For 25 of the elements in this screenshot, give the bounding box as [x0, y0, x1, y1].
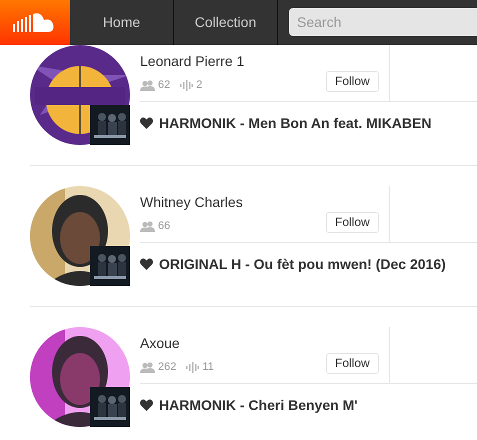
followers-count: 66 — [158, 219, 170, 234]
liked-track-title[interactable]: ORIGINAL H - Ou fèt pou mwen! (Dec 2016) — [159, 254, 446, 274]
search-field[interactable]: Search — [289, 8, 477, 36]
liked-track-title[interactable]: HARMONIK - Cheri Benyen M' — [159, 394, 358, 416]
user-name[interactable]: Leonard Pierre 1 — [140, 52, 389, 70]
waveform-icon — [186, 362, 200, 373]
followers-count: 262 — [158, 360, 176, 375]
heart-icon — [140, 117, 153, 129]
followers-icon — [140, 220, 155, 232]
followers-icon — [140, 80, 155, 91]
heart-icon — [140, 258, 153, 270]
liked-track-title[interactable]: HARMONIK - Men Bon An feat. MIKABEN — [159, 112, 432, 134]
follow-button[interactable]: Follow — [326, 353, 379, 374]
logo-icon[interactable] — [0, 0, 70, 45]
waveform-icon — [180, 80, 194, 91]
nav-tab[interactable]: Collection — [174, 0, 278, 45]
heart-icon — [140, 399, 153, 411]
tracks-count: 2 — [196, 78, 202, 93]
user-name[interactable]: Whitney Charles — [140, 193, 389, 211]
followers-count: 62 — [158, 78, 170, 93]
follow-button[interactable]: Follow — [326, 71, 379, 92]
follow-button[interactable]: Follow — [326, 212, 379, 233]
user-name[interactable]: Axoue — [140, 334, 389, 352]
followers-icon — [140, 362, 155, 373]
tracks-count: 11 — [202, 360, 214, 375]
